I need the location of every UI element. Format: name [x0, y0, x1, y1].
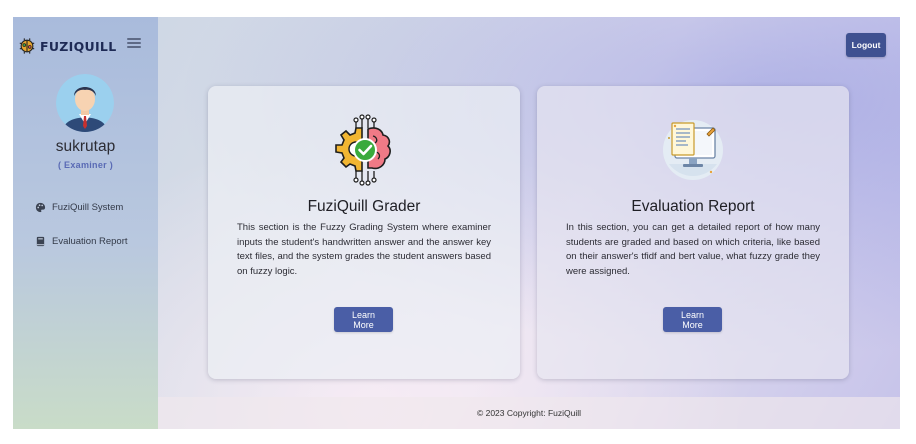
book-icon — [36, 236, 45, 247]
evaluation-report-card: Evaluation Report In this section, you c… — [537, 86, 849, 379]
sidebar-item-label: FuziQuill System — [52, 202, 124, 213]
hamburger-icon[interactable] — [127, 36, 141, 50]
user-avatar-icon — [56, 74, 114, 132]
username: sukrutap — [55, 138, 116, 155]
palette-icon — [35, 202, 46, 213]
sidebar-item-fuziquill-system[interactable]: FuziQuill System — [35, 202, 123, 213]
sidebar: FUZIQUILL sukrutap ( Examiner ) FuziQuil… — [13, 17, 158, 429]
user-role: ( Examiner ) — [57, 160, 114, 170]
app-window: FUZIQUILL sukrutap ( Examiner ) FuziQuil… — [13, 17, 900, 429]
brand[interactable]: FUZIQUILL — [18, 37, 116, 55]
brain-chip-icon — [19, 38, 35, 54]
card-description: This section is the Fuzzy Grading System… — [237, 222, 491, 277]
card-title: FuziQuill Grader — [307, 198, 421, 215]
learn-more-button[interactable]: Learn More — [663, 307, 722, 332]
sidebar-item-label: Evaluation Report — [52, 236, 128, 247]
report-monitor-icon — [663, 120, 723, 180]
card-title: Evaluation Report — [631, 198, 755, 215]
logout-button[interactable]: Logout — [846, 33, 886, 57]
learn-more-button[interactable]: Learn More — [334, 307, 393, 332]
sidebar-item-evaluation-report[interactable]: Evaluation Report — [35, 236, 128, 247]
gear-brain-check-icon — [335, 114, 391, 186]
grader-card: FuziQuill Grader This section is the Fuz… — [208, 86, 520, 379]
card-description: In this section, you can get a detailed … — [566, 222, 820, 277]
footer: © 2023 Copyright: FuziQuill — [158, 397, 900, 429]
brand-name: FUZIQUILL — [40, 38, 117, 54]
copyright-text: © 2023 Copyright: FuziQuill — [476, 408, 582, 418]
